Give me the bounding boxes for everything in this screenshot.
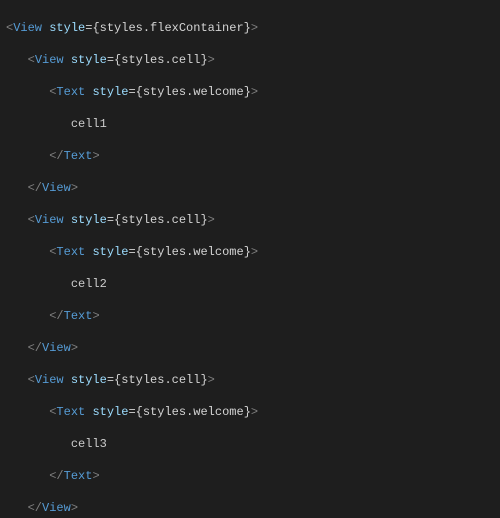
code-line: <Text style={styles.welcome}> [6, 244, 494, 260]
code-line: <Text style={styles.welcome}> [6, 84, 494, 100]
code-line: <View style={styles.cell}> [6, 52, 494, 68]
code-line: </View> [6, 180, 494, 196]
code-line: <Text style={styles.welcome}> [6, 404, 494, 420]
code-line: <View style={styles.flexContainer}> [6, 20, 494, 36]
code-line: </Text> [6, 148, 494, 164]
code-line: <View style={styles.cell}> [6, 212, 494, 228]
code-line: <View style={styles.cell}> [6, 372, 494, 388]
code-line: </Text> [6, 468, 494, 484]
code-line: cell3 [6, 436, 494, 452]
code-line: cell1 [6, 116, 494, 132]
code-editor: <View style={styles.flexContainer}> <Vie… [0, 0, 500, 518]
code-line: cell2 [6, 276, 494, 292]
code-line: </Text> [6, 308, 494, 324]
code-line: </View> [6, 500, 494, 516]
code-line: </View> [6, 340, 494, 356]
